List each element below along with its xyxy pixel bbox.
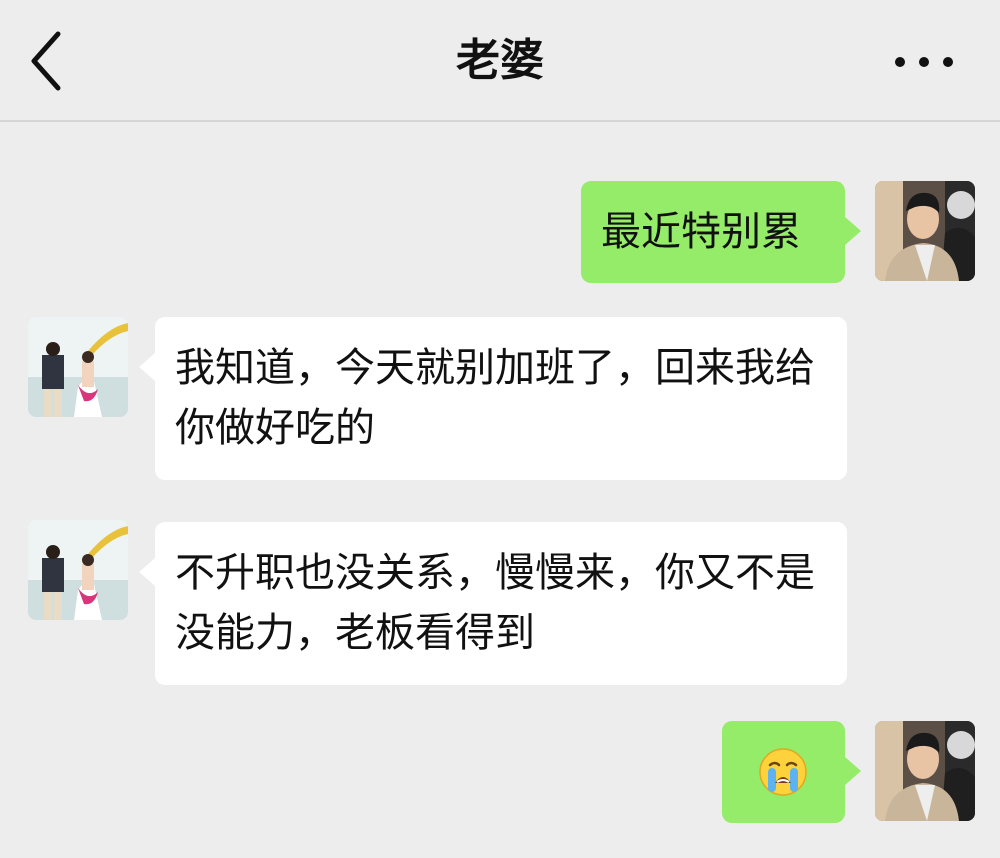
my-avatar[interactable]: [875, 181, 975, 281]
message-bubble-sent[interactable]: 最近特别累: [581, 181, 861, 283]
message-text: 不升职也没关系，慢慢来，你又不是没能力，老板看得到: [175, 550, 815, 656]
message-bubble-received[interactable]: 我知道，今天就别加班了，回来我给你做好吃的: [139, 317, 847, 480]
message-text: 我知道，今天就别加班了，回来我给你做好吃的: [175, 345, 815, 451]
contact-avatar[interactable]: [28, 317, 128, 417]
message-bubble-sent[interactable]: [722, 721, 861, 823]
chat-header: 老婆: [0, 0, 1000, 122]
bubble-tail: [139, 353, 155, 381]
more-options-icon[interactable]: [892, 50, 956, 74]
chat-title: 老婆: [456, 35, 544, 86]
bubble-tail: [139, 558, 155, 586]
message-text: 最近特别累: [601, 209, 801, 255]
my-avatar[interactable]: [875, 721, 975, 821]
crying-face-emoji-icon: [759, 748, 807, 796]
bubble-tail: [845, 217, 861, 245]
bubble-tail: [845, 757, 861, 785]
message-bubble-received[interactable]: 不升职也没关系，慢慢来，你又不是没能力，老板看得到: [139, 522, 847, 685]
contact-avatar[interactable]: [28, 520, 128, 620]
